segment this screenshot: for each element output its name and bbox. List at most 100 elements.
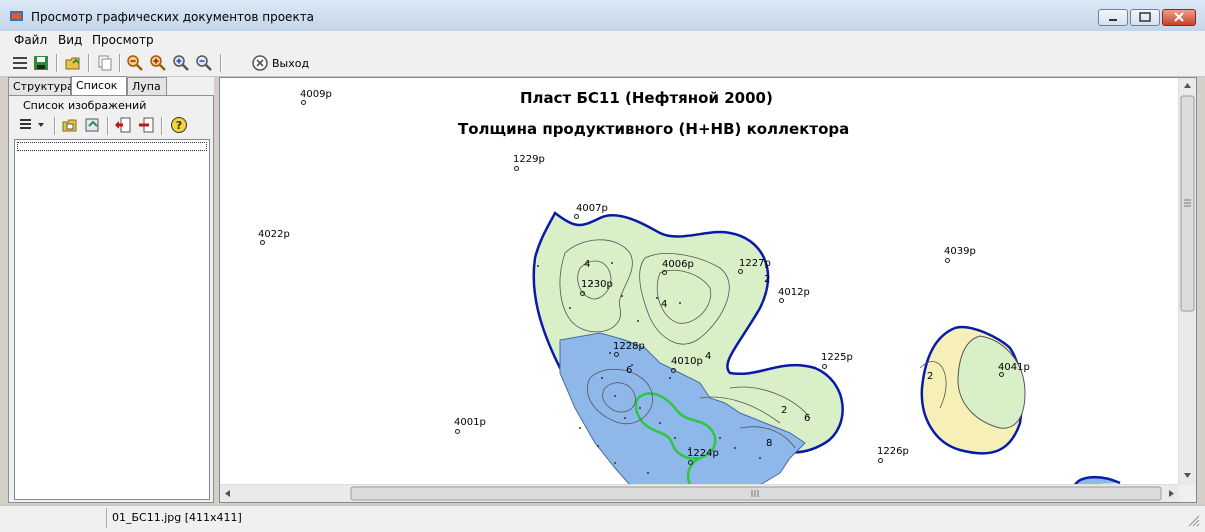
well-marker xyxy=(662,270,667,275)
menu-view[interactable]: Вид xyxy=(58,33,82,47)
well-marker xyxy=(580,291,585,296)
resize-grip-icon[interactable] xyxy=(1187,514,1201,528)
toolbar: Выход xyxy=(0,50,1205,77)
remove-all-icon[interactable] xyxy=(137,116,155,134)
tab-structure[interactable]: Структура xyxy=(8,77,74,95)
contour-label: 2 xyxy=(781,405,788,416)
contour-label: 4 xyxy=(661,299,668,310)
map-title: Пласт БС11 (Нефтяной 2000) xyxy=(520,89,773,107)
well-label: 4012р xyxy=(778,287,810,298)
well-marker xyxy=(514,166,519,171)
well-label: 4041р xyxy=(998,362,1030,373)
zoom-plus-icon[interactable] xyxy=(172,54,190,72)
app-icon xyxy=(10,11,23,21)
menu-bar: Файл Вид Просмотр xyxy=(0,31,1205,51)
maximize-button[interactable] xyxy=(1130,9,1160,26)
well-label: 1226р xyxy=(877,446,909,457)
minimize-icon xyxy=(1109,19,1117,21)
vertical-scrollbar-parts[interactable] xyxy=(1179,78,1196,485)
scroll-down-icon xyxy=(1184,473,1191,478)
contour-label: 4 xyxy=(705,351,712,362)
maximize-icon xyxy=(1139,12,1151,22)
zoom-out-icon[interactable] xyxy=(149,54,167,72)
well-marker xyxy=(999,372,1004,377)
well-marker xyxy=(614,352,619,357)
scroll-right-icon xyxy=(1169,490,1174,497)
left-panel: Структура Список Лупа Список изображений… xyxy=(8,76,214,503)
contour-label: 8 xyxy=(766,438,773,449)
well-label: 1228р xyxy=(613,341,645,352)
well-label: 4010р xyxy=(671,356,703,367)
exit-button-label[interactable]: Выход xyxy=(272,57,309,70)
scroll-corner xyxy=(1179,485,1196,502)
well-marker xyxy=(779,298,784,303)
image-list[interactable] xyxy=(14,139,210,500)
toolbar-separator xyxy=(220,54,222,72)
svg-text:?: ? xyxy=(176,119,182,132)
minimize-button[interactable] xyxy=(1098,9,1128,26)
menu-file[interactable]: Файл xyxy=(14,33,47,47)
well-label: 4009р xyxy=(300,89,332,100)
exit-icon[interactable] xyxy=(251,54,269,72)
well-label: 4001р xyxy=(454,417,486,428)
image-list-label: Список изображений xyxy=(23,99,147,112)
title-bar: Просмотр графических документов проекта xyxy=(0,0,1205,32)
window-title: Просмотр графических документов проекта xyxy=(31,10,315,24)
toolbar-separator xyxy=(56,54,58,72)
tab-body: Список изображений ? xyxy=(8,95,214,503)
status-file-info: 01_БС11.jpg [411x411] xyxy=(112,511,242,524)
well-marker xyxy=(738,269,743,274)
menu-viewing[interactable]: Просмотр xyxy=(92,33,154,47)
contour-label: 6 xyxy=(626,365,633,376)
help-icon[interactable]: ? xyxy=(170,116,188,134)
horizontal-scrollbar[interactable] xyxy=(220,484,1179,502)
well-marker xyxy=(671,368,676,373)
well-marker xyxy=(688,460,693,465)
well-label: 4007р xyxy=(576,203,608,214)
add-images-icon[interactable] xyxy=(84,116,102,134)
horizontal-scrollbar-parts[interactable] xyxy=(220,485,1179,502)
well-label: 1224р xyxy=(687,448,719,459)
well-marker xyxy=(945,258,950,263)
view-mode-dropdown[interactable] xyxy=(18,116,48,134)
well-label: 4006р xyxy=(662,259,694,270)
copy-icon[interactable] xyxy=(96,54,114,72)
add-image-icon[interactable] xyxy=(61,116,79,134)
well-marker xyxy=(822,364,827,369)
close-icon xyxy=(1174,12,1184,22)
image-viewer[interactable]: Пласт БС11 (Нефтяной 2000) Толщина проду… xyxy=(219,77,1197,503)
well-label: 1229р xyxy=(513,154,545,165)
status-separator xyxy=(106,508,107,528)
well-marker xyxy=(260,240,265,245)
map-image xyxy=(532,211,1121,485)
open-folder-icon[interactable] xyxy=(64,54,82,72)
zoom-in-icon[interactable] xyxy=(126,54,144,72)
panel-separator xyxy=(107,117,109,135)
well-label: 1227р xyxy=(739,258,771,269)
list-focus-row[interactable] xyxy=(17,142,207,151)
contour-label: 2 xyxy=(927,371,934,382)
toolbar-separator xyxy=(119,54,121,72)
well-label: 4039р xyxy=(944,246,976,257)
well-marker xyxy=(574,214,579,219)
toolbar-separator xyxy=(88,54,90,72)
scroll-up-icon xyxy=(1184,83,1191,88)
contour-label: 2 xyxy=(764,274,771,285)
list-view-icon[interactable] xyxy=(11,54,29,72)
status-bar: 01_БС11.jpg [411x411] xyxy=(0,505,1205,532)
vertical-scrollbar[interactable] xyxy=(1178,78,1196,485)
well-marker xyxy=(455,429,460,434)
panel-separator xyxy=(161,117,163,135)
tab-list[interactable]: Список xyxy=(71,76,127,96)
zoom-minus-icon[interactable] xyxy=(195,54,213,72)
save-icon[interactable] xyxy=(32,54,50,72)
remove-image-icon[interactable] xyxy=(114,116,132,134)
panel-separator xyxy=(54,117,56,135)
contour-label: 6 xyxy=(804,413,811,424)
map-subtitle: Толщина продуктивного (Н+НВ) коллектора xyxy=(458,120,850,138)
well-marker xyxy=(878,458,883,463)
well-label: 1230р xyxy=(581,279,613,290)
contour-label: 4 xyxy=(584,259,591,270)
tab-magnifier[interactable]: Лупа xyxy=(127,77,167,95)
close-button[interactable] xyxy=(1162,9,1196,26)
